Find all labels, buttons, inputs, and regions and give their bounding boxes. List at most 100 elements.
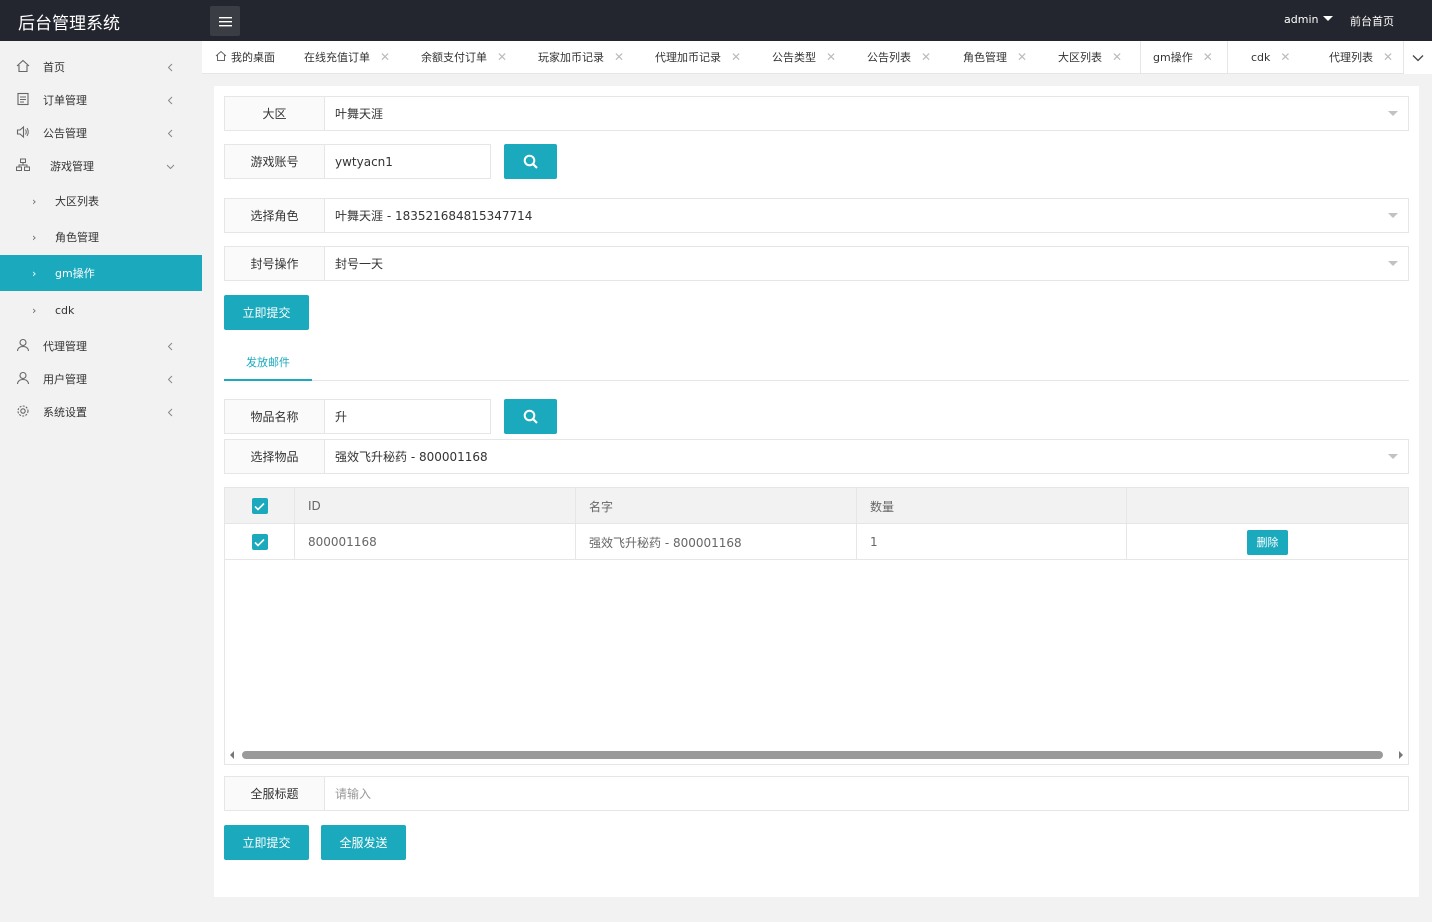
sidebar: 首页 订单管理 公告管理 游戏管理 › 大区列表 › 角色管理 › gm操作 ›… — [0, 41, 202, 922]
sidebar-subitem-gm[interactable]: › gm操作 — [0, 255, 202, 291]
close-icon[interactable]: ✕ — [1112, 50, 1122, 64]
tab-cdk[interactable]: cdk ✕ — [1251, 41, 1290, 73]
dropdown-arrow-icon — [1388, 213, 1398, 218]
server-title-field[interactable]: 全服标题 请输入 — [224, 776, 1409, 811]
submit-button[interactable]: 立即提交 — [224, 295, 309, 330]
select-item-value[interactable]: 强效飞升秘药 - 800001168 — [325, 440, 1408, 473]
home-icon — [215, 50, 227, 65]
tab-label: 角色管理 — [963, 51, 1007, 64]
user-menu[interactable]: admin — [1284, 13, 1334, 26]
sidebar-item-label: 系统设置 — [43, 405, 87, 419]
user-icon — [16, 371, 32, 387]
column-header-name: 名字 — [576, 488, 857, 524]
mail-submit-button[interactable]: 立即提交 — [224, 825, 309, 860]
item-search-button[interactable] — [504, 399, 557, 434]
tab-agent-list[interactable]: 代理列表 ✕ — [1329, 41, 1393, 73]
chevron-left-icon — [166, 374, 176, 384]
tab-roles[interactable]: 角色管理 ✕ — [963, 41, 1027, 73]
sidebar-subitem-roles[interactable]: › 角色管理 — [0, 219, 202, 255]
tab-label: cdk — [1251, 50, 1271, 64]
scroll-left-icon[interactable] — [230, 751, 234, 759]
scrollbar-thumb[interactable] — [242, 751, 1383, 759]
sidebar-item-users[interactable]: 用户管理 — [0, 362, 202, 395]
sidebar-item-settings[interactable]: 系统设置 — [0, 395, 202, 428]
tab-label: 公告类型 — [772, 51, 816, 64]
chevron-down-icon — [166, 161, 176, 171]
role-value[interactable]: 叶舞天涯 - 183521684815347714 — [325, 199, 1408, 232]
close-icon[interactable]: ✕ — [380, 50, 390, 64]
close-icon[interactable]: ✕ — [1017, 50, 1027, 64]
sidebar-item-agents[interactable]: 代理管理 — [0, 329, 202, 362]
tab-gm[interactable]: gm操作 ✕ — [1140, 41, 1228, 73]
sidebar-item-games[interactable]: 游戏管理 — [0, 149, 202, 182]
item-name-label: 物品名称 — [225, 400, 325, 433]
game-account-input[interactable]: ywtyacn1 — [325, 145, 490, 178]
item-name-field[interactable]: 物品名称 升 — [224, 399, 491, 434]
item-name-input[interactable]: 升 — [325, 400, 490, 433]
menu-toggle-button[interactable] — [210, 6, 240, 36]
tab-announcement-types[interactable]: 公告类型 ✕ — [772, 41, 836, 73]
tab-online-recharge[interactable]: 在线充值订单 ✕ — [304, 41, 390, 73]
game-account-field[interactable]: 游戏账号 ywtyacn1 — [224, 144, 491, 179]
sidebar-item-home[interactable]: 首页 — [0, 50, 202, 83]
close-icon[interactable]: ✕ — [614, 50, 624, 64]
sitemap-icon — [16, 158, 32, 174]
close-icon[interactable]: ✕ — [1280, 50, 1290, 64]
close-icon[interactable]: ✕ — [921, 50, 931, 64]
role-value-text: 叶舞天涯 - 183521684815347714 — [335, 209, 533, 223]
close-icon[interactable]: ✕ — [497, 50, 507, 64]
tab-send-mail[interactable]: 发放邮件 — [224, 345, 312, 381]
sidebar-item-orders[interactable]: 订单管理 — [0, 83, 202, 116]
ban-value[interactable]: 封号一天 — [325, 247, 1408, 280]
home-icon — [16, 59, 32, 75]
tab-label: 公告列表 — [867, 51, 911, 64]
sidebar-item-announcements[interactable]: 公告管理 — [0, 116, 202, 149]
broadcast-button[interactable]: 全服发送 — [321, 825, 406, 860]
tab-announcement-list[interactable]: 公告列表 ✕ — [867, 41, 931, 73]
sidebar-subitem-label: 大区列表 — [55, 195, 99, 208]
tab-label: gm操作 — [1153, 51, 1193, 64]
tab-label: 余额支付订单 — [421, 51, 487, 64]
tab-player-coins[interactable]: 玩家加币记录 ✕ — [538, 41, 624, 73]
select-all-checkbox[interactable] — [251, 498, 268, 514]
ban-select[interactable]: 封号操作 封号一天 — [224, 246, 1409, 281]
dropdown-arrow-icon — [1388, 111, 1398, 116]
item-select[interactable]: 选择物品 强效飞升秘药 - 800001168 — [224, 439, 1409, 474]
delete-button[interactable]: 删除 — [1247, 529, 1288, 555]
role-label: 选择角色 — [225, 199, 325, 232]
close-icon[interactable]: ✕ — [1383, 50, 1393, 64]
tab-regions[interactable]: 大区列表 ✕ — [1058, 41, 1122, 73]
tab-more-button[interactable] — [1403, 41, 1432, 74]
sidebar-subitem-regions[interactable]: › 大区列表 — [0, 183, 202, 219]
sidebar-subitem-cdk[interactable]: › cdk — [0, 292, 202, 328]
search-icon — [523, 154, 538, 169]
tab-divider — [224, 380, 1409, 381]
tab-label: 我的桌面 — [231, 51, 275, 64]
gear-icon — [16, 404, 32, 420]
server-title-input[interactable]: 请输入 — [325, 777, 1408, 810]
sidebar-item-label: 游戏管理 — [50, 159, 94, 173]
sidebar-subitem-label: cdk — [55, 303, 75, 317]
search-icon — [523, 409, 538, 424]
tab-desktop[interactable]: 我的桌面 — [215, 41, 275, 73]
chevron-left-icon — [166, 407, 176, 417]
hamburger-icon — [218, 16, 232, 26]
tab-balance-orders[interactable]: 余额支付订单 ✕ — [421, 41, 507, 73]
close-icon[interactable]: ✕ — [826, 50, 836, 64]
sidebar-item-label: 首页 — [43, 60, 65, 74]
scroll-right-icon[interactable] — [1399, 751, 1403, 759]
chevron-right-icon: › — [32, 303, 37, 317]
role-select[interactable]: 选择角色 叶舞天涯 - 183521684815347714 — [224, 198, 1409, 233]
speaker-icon — [16, 125, 32, 141]
user-name: admin — [1284, 13, 1319, 26]
front-home-link[interactable]: 前台首页 — [1350, 13, 1394, 29]
close-icon[interactable]: ✕ — [731, 50, 741, 64]
account-search-button[interactable] — [504, 144, 557, 179]
horizontal-scrollbar[interactable] — [225, 746, 1408, 764]
close-icon[interactable]: ✕ — [1203, 50, 1213, 64]
region-value[interactable]: 叶舞天涯 — [325, 97, 1408, 130]
tab-agent-coins[interactable]: 代理加币记录 ✕ — [655, 41, 741, 73]
ban-label: 封号操作 — [225, 247, 325, 280]
region-select[interactable]: 大区 叶舞天涯 — [224, 96, 1409, 131]
row-checkbox[interactable] — [251, 534, 268, 550]
